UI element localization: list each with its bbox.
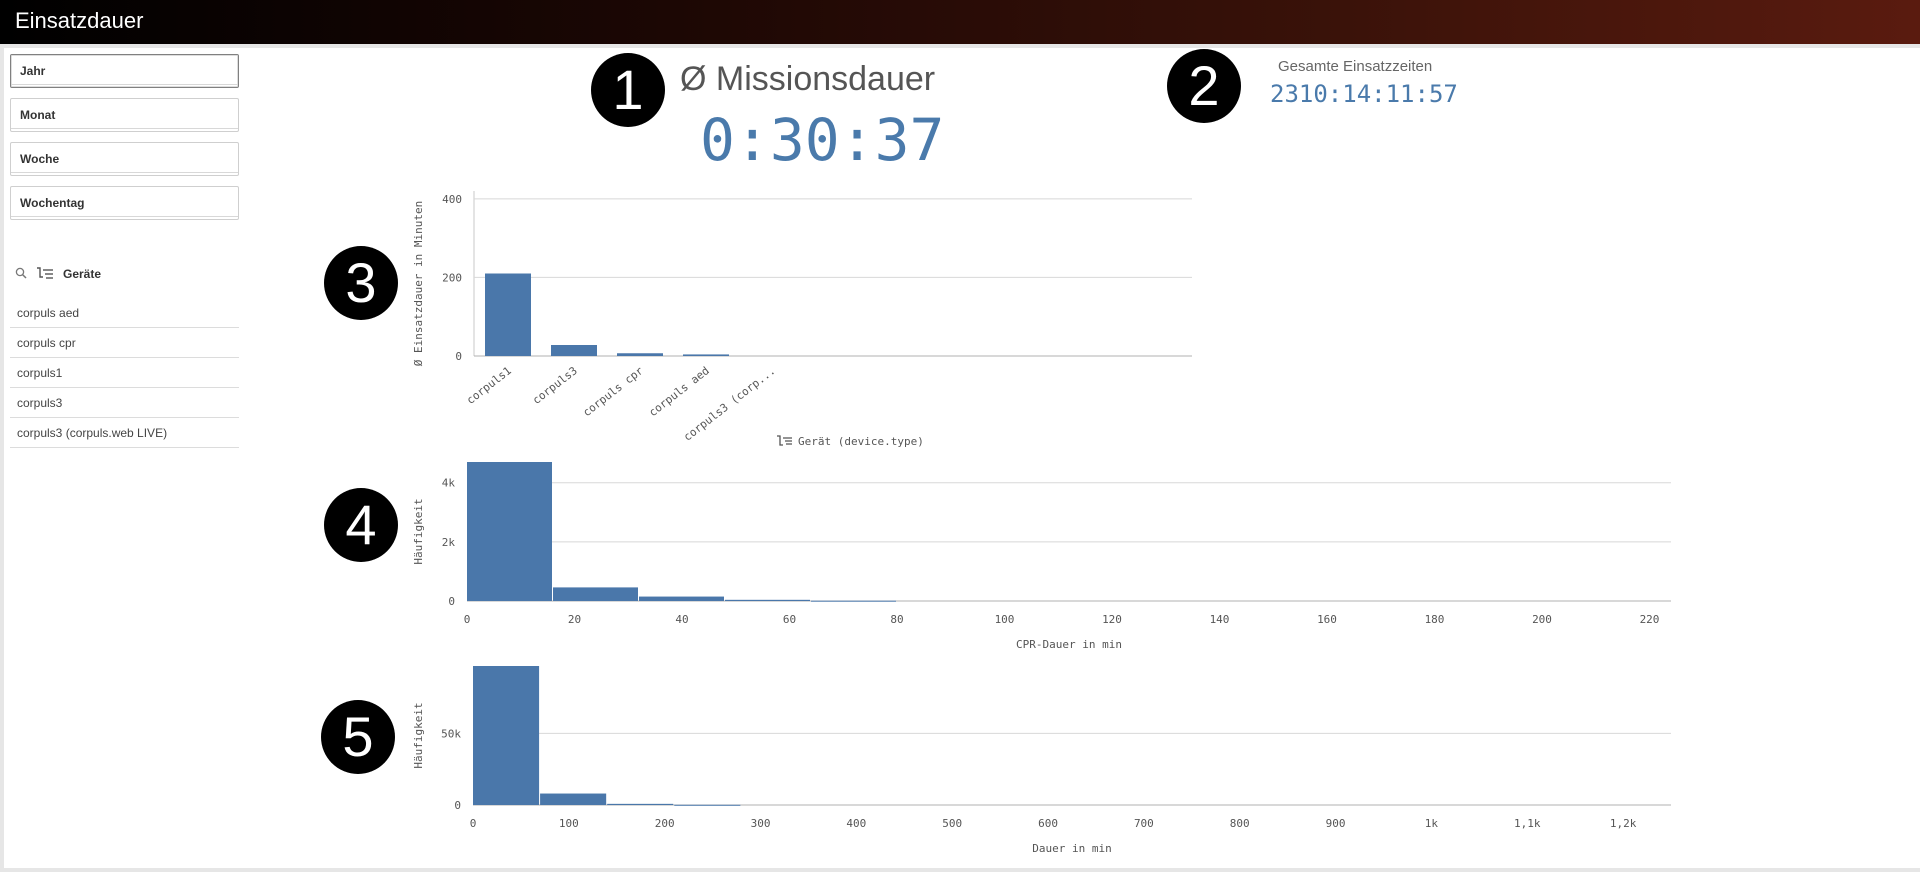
filter-underline: [11, 128, 238, 129]
filter-underline: [11, 216, 238, 217]
filter-underline: [11, 84, 238, 85]
filter-underline: [11, 172, 238, 173]
filter-monat-label: Monat: [20, 108, 56, 122]
marker-2: 2: [1167, 49, 1241, 123]
kpi-mission-title: Ø Missionsdauer: [680, 60, 936, 98]
marker-1: 1: [591, 53, 665, 127]
kpi-mission-value: 0:30:37: [700, 106, 945, 174]
filter-jahr[interactable]: Jahr: [10, 54, 239, 88]
list-item[interactable]: corpuls1: [10, 358, 239, 388]
list-item[interactable]: corpuls3 (corpuls.web LIVE): [10, 418, 239, 448]
geraete-title: Geräte: [63, 267, 102, 281]
kpi-total-title: Gesamte Einsatzzeiten: [1278, 58, 1433, 75]
top-bar: Einsatzdauer: [0, 0, 1920, 44]
list-item[interactable]: corpuls cpr: [10, 328, 239, 358]
filter-wochentag-label: Wochentag: [20, 196, 85, 210]
list-item[interactable]: corpuls aed: [10, 298, 239, 328]
app-title: Einsatzdauer: [15, 8, 144, 33]
sheet-canvas: [4, 48, 1920, 868]
marker-4: 4: [324, 488, 398, 562]
geraete-listbox-header[interactable]: Geräte: [15, 264, 235, 284]
filter-woche[interactable]: Woche: [10, 142, 239, 176]
geraete-list: corpuls aed corpuls cpr corpuls1 corpuls…: [10, 298, 239, 448]
filter-woche-label: Woche: [20, 152, 60, 166]
drilldown-icon: [35, 266, 55, 280]
filter-monat[interactable]: Monat: [10, 98, 239, 132]
marker-5: 5: [321, 700, 395, 774]
search-icon[interactable]: [15, 267, 27, 282]
filter-jahr-label: Jahr: [20, 64, 46, 78]
filter-wochentag[interactable]: Wochentag: [10, 186, 239, 220]
list-item[interactable]: corpuls3: [10, 388, 239, 418]
kpi-total-value: 2310:14:11:57: [1270, 80, 1458, 108]
marker-3: 3: [324, 246, 398, 320]
